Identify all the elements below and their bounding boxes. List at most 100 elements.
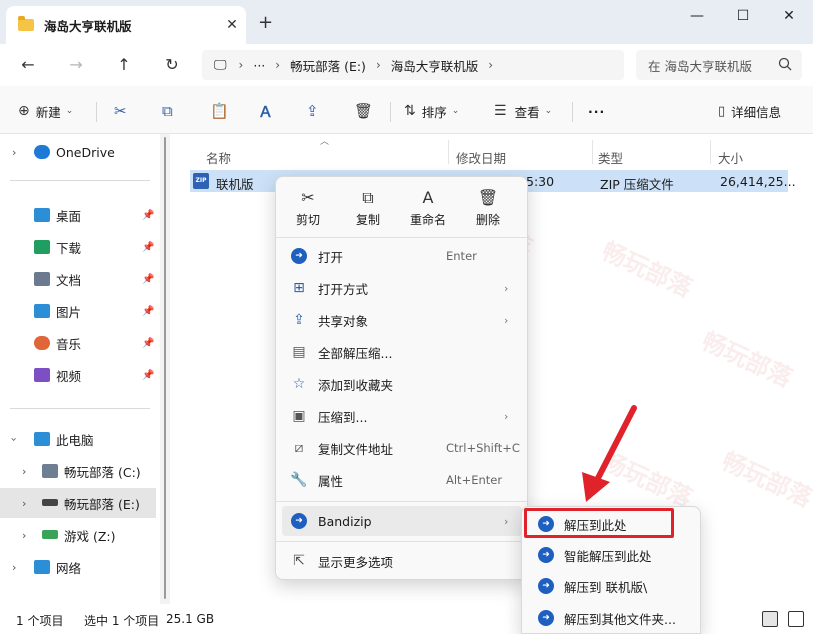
refresh-button[interactable]: ↻ [158,52,186,78]
chevron-right-icon[interactable]: › [22,529,26,542]
sidebar-item-drive-e[interactable]: › 畅玩部落 (E:) [0,488,156,518]
copy-path-icon: ⧄ [294,440,304,456]
sort-button[interactable]: ⇅ 排序 ⌄ [404,100,459,122]
menu-item-show-more-options[interactable]: ⇱ 显示更多选项 [282,546,522,576]
sidebar-item-downloads[interactable]: 下载 📌 [0,232,156,262]
chevron-down-icon[interactable]: › [8,437,21,441]
details-view-button[interactable] [762,611,778,627]
status-selected-count: 选中 1 个项目 [84,614,160,628]
submenu-item-smart-extract[interactable]: ➜ 智能解压到此处 [526,540,698,570]
sidebar-divider [10,180,150,181]
context-menu: ✂ 剪切 ⧉ 复制 A 重命名 🗑 删除 ➜ 打开 Enter ⊞ 打开方式 ›… [275,176,528,580]
breadcrumb-overflow[interactable]: ··· [253,58,265,73]
menu-item-properties[interactable]: 🔧 属性 Alt+Enter [282,465,522,495]
details-pane-icon: ▯ [718,103,726,119]
compress-icon: ▣ [292,408,306,424]
chevron-right-icon[interactable]: › [22,465,26,478]
menu-item-open[interactable]: ➜ 打开 Enter [282,241,522,271]
context-copy-button[interactable]: ⧉ 复制 [340,187,396,231]
toolbar-divider [96,102,97,122]
menu-item-share[interactable]: ⇪ 共享对象 › [282,305,522,335]
sidebar-item-pictures[interactable]: 图片 📌 [0,296,156,326]
sidebar-item-documents[interactable]: 文档 📌 [0,264,156,294]
context-rename-button[interactable]: A 重命名 [400,187,456,231]
folder-icon [18,16,34,31]
sidebar-item-music[interactable]: 音乐 📌 [0,328,156,358]
view-button[interactable]: ☰ 查看 ⌄ [494,100,552,122]
new-tab-button[interactable]: + [258,12,273,33]
chevron-right-icon[interactable]: › [488,58,493,72]
bandizip-icon: ➜ [538,610,554,626]
column-header-size[interactable]: 大小 [718,148,743,167]
chevron-right-icon[interactable]: › [22,497,26,510]
submenu-item-extract-to-folder[interactable]: ➜ 解压到 联机版\ [526,571,698,601]
chevron-right-icon[interactable]: › [12,561,16,574]
maximize-button[interactable]: ☐ [720,4,766,28]
column-divider[interactable] [710,140,711,164]
pictures-icon [34,304,50,318]
sort-icon: ⇅ [404,103,416,119]
breadcrumb-drive[interactable]: 畅玩部落 (E:) [290,56,366,75]
sort-ascending-icon: ︿ [320,137,330,147]
menu-item-add-favorites[interactable]: ☆ 添加到收藏夹 [282,369,522,399]
more-options-button[interactable]: ··· [588,100,605,122]
menu-item-extract-all[interactable]: ▤ 全部解压缩... [282,337,522,367]
close-button[interactable]: ✕ [766,4,812,28]
column-header-name[interactable]: 名称 [206,148,231,167]
new-button[interactable]: ⊕ 新建 ⌄ [18,100,73,122]
toolbar-divider [572,102,573,122]
address-bar[interactable]: 🖵 › ··· › 畅玩部落 (E:) › 海岛大亨联机版 › [202,50,624,80]
rename-icon[interactable]: Ａ [258,100,273,122]
menu-item-compress[interactable]: ▣ 压缩到... › [282,401,522,431]
chevron-right-icon[interactable]: › [12,146,16,159]
sidebar-item-onedrive[interactable]: › OneDrive [0,137,156,167]
cut-icon[interactable]: ✂ [114,100,127,122]
plus-circle-icon: ⊕ [18,103,30,119]
sidebar-item-network[interactable]: › 网络 [0,552,156,582]
copy-icon: ⧉ [362,188,374,207]
copy-icon[interactable]: ⧉ [162,100,173,122]
pin-icon: 📌 [142,337,155,349]
tab-current[interactable]: 海岛大亨联机版 ✕ [6,6,246,44]
desktop-icon [34,208,50,222]
column-divider[interactable] [448,140,449,164]
menu-item-open-with[interactable]: ⊞ 打开方式 › [282,273,522,303]
minimize-button[interactable]: — [674,4,720,28]
sidebar-item-videos[interactable]: 视频 📌 [0,360,156,390]
up-button[interactable]: ↑ [110,52,138,78]
details-pane-button[interactable]: ▯ 详细信息 [718,100,781,122]
column-header-type[interactable]: 类型 [598,148,623,167]
pin-icon: 📌 [142,305,155,317]
submenu-item-extract-other[interactable]: ➜ 解压到其他文件夹... [526,603,698,633]
paste-icon[interactable]: 📋 [210,100,229,122]
music-icon [34,336,50,350]
tiles-view-button[interactable] [788,611,804,627]
chevron-down-icon: ⌄ [451,106,460,116]
tab-close-icon[interactable]: ✕ [218,17,246,33]
breadcrumb-folder[interactable]: 海岛大亨联机版 [391,56,479,75]
cut-icon: ✂ [301,188,315,207]
sidebar-item-this-pc[interactable]: › 此电脑 [0,424,156,454]
menu-item-bandizip[interactable]: ➜ Bandizip › [282,506,522,536]
forward-button[interactable]: → [62,52,90,78]
computer-icon [34,432,50,446]
sidebar-item-desktop[interactable]: 桌面 📌 [0,200,156,230]
search-icon [778,57,792,74]
back-button[interactable]: ← [14,52,42,78]
sidebar-scrollbar[interactable] [164,137,166,599]
column-header-modified[interactable]: 修改日期 [456,148,506,167]
delete-icon[interactable]: 🗑 [354,100,373,122]
share-icon: ⇪ [293,312,305,328]
status-item-count: 1 个项目 [16,614,64,628]
menu-item-copy-path[interactable]: ⧄ 复制文件地址 Ctrl+Shift+C [282,433,522,463]
sidebar-item-drive-c[interactable]: › 畅玩部落 (C:) [0,456,156,486]
file-size: 26,414,25... [720,174,796,189]
search-input[interactable]: 在 海岛大亨联机版 [636,50,802,80]
chevron-right-icon: › [504,313,509,327]
sidebar-item-drive-z[interactable]: › 游戏 (Z:) [0,520,156,550]
column-divider[interactable] [592,140,593,164]
context-cut-button[interactable]: ✂ 剪切 [280,187,336,231]
share-icon[interactable]: ⇪ [306,100,319,122]
context-delete-button[interactable]: 🗑 删除 [460,187,516,231]
network-icon [34,560,50,574]
